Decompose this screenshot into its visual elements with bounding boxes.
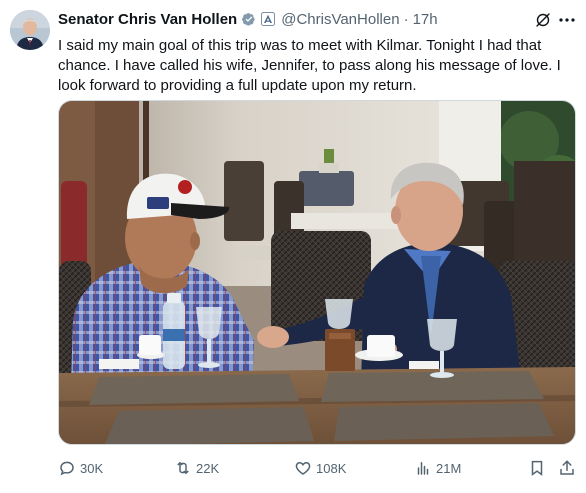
grok-icon[interactable] (533, 10, 553, 30)
tweet-header: Senator Chris Van Hollen @ChrisVanHollen… (58, 9, 438, 29)
bookmark-icon (531, 460, 543, 476)
reply-icon (60, 461, 74, 476)
photo-scene-image (59, 101, 575, 444)
bookmark-button[interactable] (528, 457, 546, 479)
repost-button[interactable]: 22K (174, 457, 219, 479)
author-handle[interactable]: @ChrisVanHollen (281, 11, 399, 28)
repost-icon (177, 461, 189, 475)
reply-button[interactable]: 30K (58, 457, 103, 479)
avatar[interactable] (10, 10, 50, 50)
repost-count: 22K (196, 460, 220, 476)
views-button[interactable]: 21M (414, 457, 461, 479)
tweet-timestamp[interactable]: 17h (413, 11, 438, 28)
profile-photo-image (10, 10, 50, 50)
tweet-photo[interactable] (58, 100, 576, 445)
view-count: 21M (436, 460, 462, 476)
like-count: 108K (316, 460, 347, 476)
tweet-text: I said my main goal of this trip was to … (58, 37, 561, 94)
tweet-action-bar: 30K 22K 108K 21M (58, 457, 580, 479)
author-display-name[interactable]: Senator Chris Van Hollen (58, 11, 237, 28)
analytics-icon (417, 462, 429, 475)
separator-dot: · (403, 10, 409, 28)
heart-icon (295, 461, 311, 475)
more-options-icon[interactable] (556, 10, 578, 30)
verified-badge-icon[interactable] (241, 11, 257, 27)
share-button[interactable] (558, 457, 576, 479)
reply-count: 30K (80, 460, 104, 476)
us-government-flag-icon[interactable] (261, 12, 276, 26)
like-button[interactable]: 108K (294, 457, 346, 479)
share-icon (560, 460, 574, 475)
